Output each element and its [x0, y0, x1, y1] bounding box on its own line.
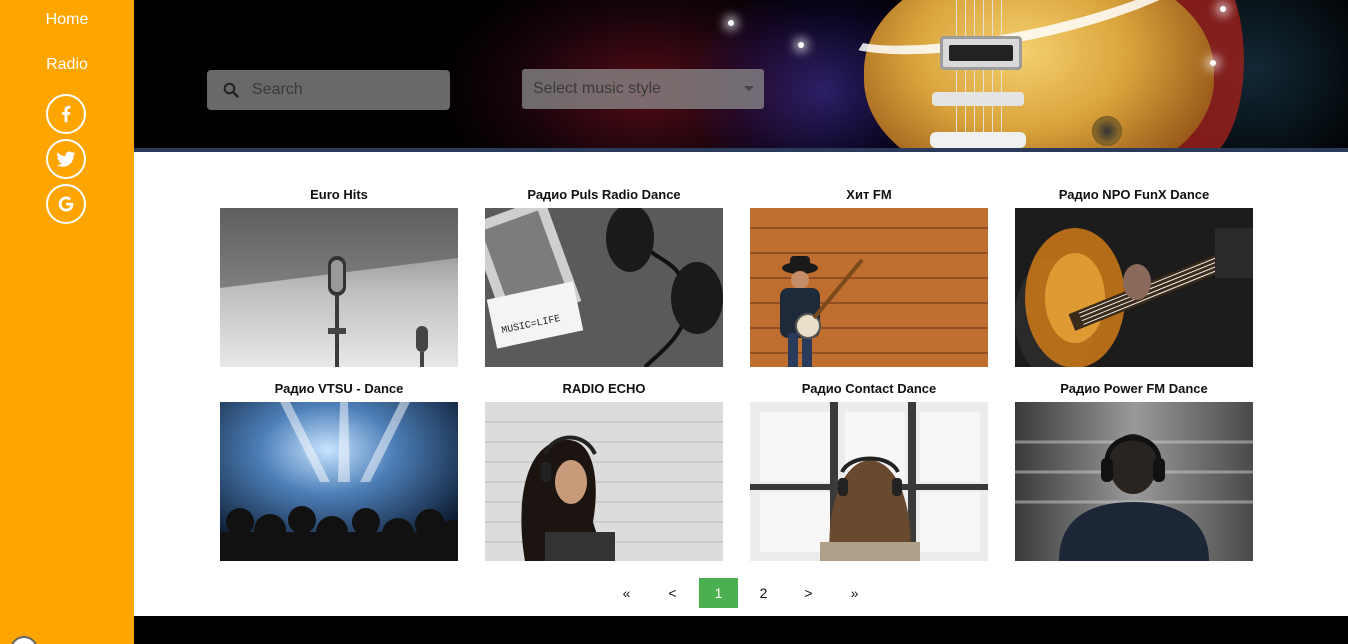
station-card[interactable]: Радио Contact Dance — [750, 379, 988, 561]
nav-radio-link[interactable]: Radio — [0, 56, 134, 74]
station-card[interactable]: Euro Hits — [220, 185, 458, 367]
station-thumbnail: MUSIC=LIFE — [485, 208, 723, 367]
station-title: Радио Contact Dance — [801, 381, 937, 396]
guitar-bridge — [932, 92, 1024, 106]
sidebar: Home Radio — [0, 0, 134, 644]
guitar-knob — [1092, 116, 1122, 146]
sparkle — [798, 42, 804, 48]
station-title: Euro Hits — [310, 187, 368, 202]
footer-bar — [134, 616, 1348, 644]
sparkle — [1220, 6, 1226, 12]
station-card[interactable]: Радио NPO FunX Dance — [1015, 185, 1253, 367]
pagination-next[interactable]: > — [789, 578, 828, 608]
guitar-strings — [956, 0, 1008, 152]
music-style-select-value: Select music style — [533, 80, 662, 97]
station-thumbnail — [220, 208, 458, 367]
station-thumbnail — [750, 402, 988, 561]
station-title: Радио NPO FunX Dance — [1058, 187, 1210, 202]
hero-divider — [134, 148, 1348, 152]
twitter-icon[interactable] — [46, 139, 86, 179]
station-thumbnail — [485, 402, 723, 561]
station-thumbnail — [220, 402, 458, 561]
sparkle — [1210, 60, 1216, 66]
pagination-last[interactable]: » — [835, 578, 874, 608]
corner-badge-icon — [10, 636, 38, 644]
sparkle — [728, 20, 734, 26]
station-title: Радио Puls Radio Dance — [527, 187, 681, 202]
station-thumbnail — [750, 208, 988, 367]
music-style-select[interactable]: Select music style — [522, 69, 764, 109]
pagination-first[interactable]: « — [607, 578, 646, 608]
guitar-tailpiece — [930, 132, 1026, 148]
station-card[interactable]: Радио VTSU - Dance — [220, 379, 458, 561]
station-thumbnail — [1015, 402, 1253, 561]
search-input[interactable] — [252, 81, 442, 99]
google-icon[interactable] — [46, 184, 86, 224]
nav-home-link[interactable]: Home — [0, 11, 134, 29]
pagination-page-2[interactable]: 2 — [744, 578, 783, 608]
chevron-down-icon — [744, 86, 754, 91]
station-card[interactable]: Хит FM — [750, 185, 988, 367]
station-thumbnail — [1015, 208, 1253, 367]
station-title: Хит FM — [846, 187, 892, 202]
station-title: RADIO ECHO — [562, 381, 646, 396]
guitar-pickup — [940, 36, 1022, 70]
pagination-prev[interactable]: < — [653, 578, 692, 608]
station-card[interactable]: RADIO ECHO — [485, 379, 723, 561]
search-icon — [223, 81, 241, 99]
pagination-page-1[interactable]: 1 — [699, 578, 738, 608]
station-card[interactable]: Радио Puls Radio Dance MUSIC=LIFE — [485, 185, 723, 367]
facebook-icon[interactable] — [46, 94, 86, 134]
station-title: Радио Power FM Dance — [1060, 381, 1208, 396]
search-box[interactable] — [207, 70, 450, 110]
station-title: Радио VTSU - Dance — [274, 381, 404, 396]
station-card[interactable]: Радио Power FM Dance — [1015, 379, 1253, 561]
